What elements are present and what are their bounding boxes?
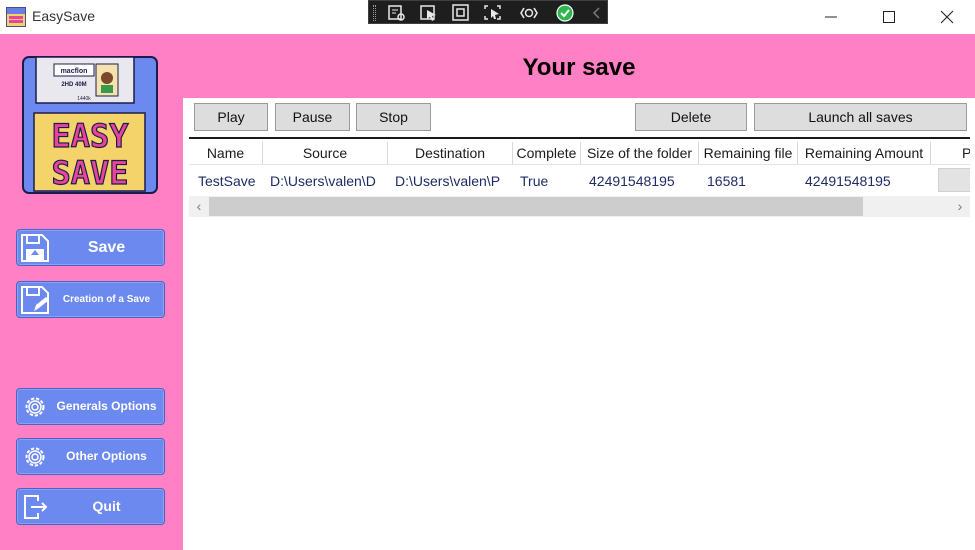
sidebar: macflon 2HD 40M 1440k EASY SAVE Save Cre… [0, 34, 183, 550]
scrollbar-thumb[interactable] [209, 197, 863, 216]
page-title: Your save [522, 54, 636, 81]
column-header-p[interactable]: P [931, 142, 970, 165]
close-button[interactable] [918, 0, 975, 34]
creation-of-a-save-button[interactable]: Creation of a Save [16, 281, 165, 318]
floppy-disk-icon [20, 233, 50, 263]
app-icon [6, 7, 26, 27]
status-ok-icon[interactable] [555, 4, 575, 22]
hot-reload-icon[interactable] [519, 4, 539, 22]
app-window: EasySave macflon 2HD 40M 1440k EASY SAVE… [0, 0, 975, 550]
cell-size: 42491548195 [589, 173, 675, 189]
creation-of-a-save-label: Creation of a Save [62, 294, 151, 305]
window-title: EasySave [32, 8, 96, 24]
column-header-remaining-file[interactable]: Remaining file [699, 142, 798, 165]
exit-icon [20, 492, 50, 522]
row-action-button[interactable] [938, 168, 970, 192]
svg-text:EASY: EASY [51, 117, 129, 155]
scroll-left-icon[interactable]: ‹ [189, 196, 209, 217]
cell-complete: True [520, 173, 549, 189]
generals-options-button[interactable]: Generals Options [16, 388, 165, 425]
cell-destination: D:\Users\valen\P [395, 173, 501, 189]
display-adorners-icon[interactable] [451, 4, 471, 22]
svg-text:SAVE: SAVE [51, 154, 128, 192]
debug-toolbar [368, 0, 608, 24]
cell-source: D:\Users\valen\D [270, 173, 376, 189]
svg-text:macflon: macflon [61, 68, 88, 75]
floppy-edit-icon [20, 285, 50, 315]
svg-text:2HD 40M: 2HD 40M [61, 82, 86, 88]
maximize-icon [883, 11, 895, 23]
cell-remaining-amount: 42491548195 [805, 173, 891, 189]
minimize-icon [825, 16, 837, 18]
stop-button[interactable]: Stop [356, 103, 431, 131]
save-button-label: Save [87, 239, 126, 256]
toolbar-grip-icon[interactable] [373, 5, 376, 21]
collapse-toolbar-icon[interactable] [587, 4, 607, 22]
generals-options-label: Generals Options [56, 399, 157, 413]
horizontal-scrollbar[interactable]: ‹ › [189, 196, 970, 217]
title-bar: EasySave [0, 0, 975, 34]
gear-icon [20, 442, 50, 472]
column-header-size[interactable]: Size of the folder [581, 142, 699, 165]
other-options-button[interactable]: Other Options [16, 438, 165, 475]
save-button[interactable]: Save [16, 229, 165, 266]
pause-button[interactable]: Pause [275, 103, 350, 131]
launch-all-saves-button[interactable]: Launch all saves [754, 103, 967, 131]
svg-text:1440k: 1440k [77, 96, 91, 102]
live-visual-tree-icon[interactable] [387, 4, 407, 22]
quit-label: Quit [92, 498, 121, 514]
other-options-label: Other Options [66, 449, 147, 463]
column-header-source[interactable]: Source [263, 142, 388, 165]
delete-button[interactable]: Delete [635, 103, 747, 131]
column-header-destination[interactable]: Destination [388, 142, 513, 165]
cell-remaining-file: 16581 [707, 173, 746, 189]
track-focus-icon[interactable] [483, 4, 503, 22]
scroll-right-icon[interactable]: › [950, 196, 970, 217]
column-header-remaining-amount[interactable]: Remaining Amount [798, 142, 931, 165]
minimize-button[interactable] [802, 0, 860, 34]
column-header-name[interactable]: Name [189, 142, 263, 165]
maximize-button[interactable] [860, 0, 918, 34]
quit-button[interactable]: Quit [16, 488, 165, 525]
easysave-logo: macflon 2HD 40M 1440k EASY SAVE [22, 56, 158, 194]
select-element-icon[interactable] [419, 4, 439, 22]
play-button[interactable]: Play [194, 103, 268, 131]
cell-name: TestSave [198, 173, 256, 189]
column-header-complete[interactable]: Complete [513, 142, 581, 165]
gear-icon [20, 392, 50, 422]
header: Your save [183, 34, 975, 98]
close-icon [940, 10, 954, 24]
